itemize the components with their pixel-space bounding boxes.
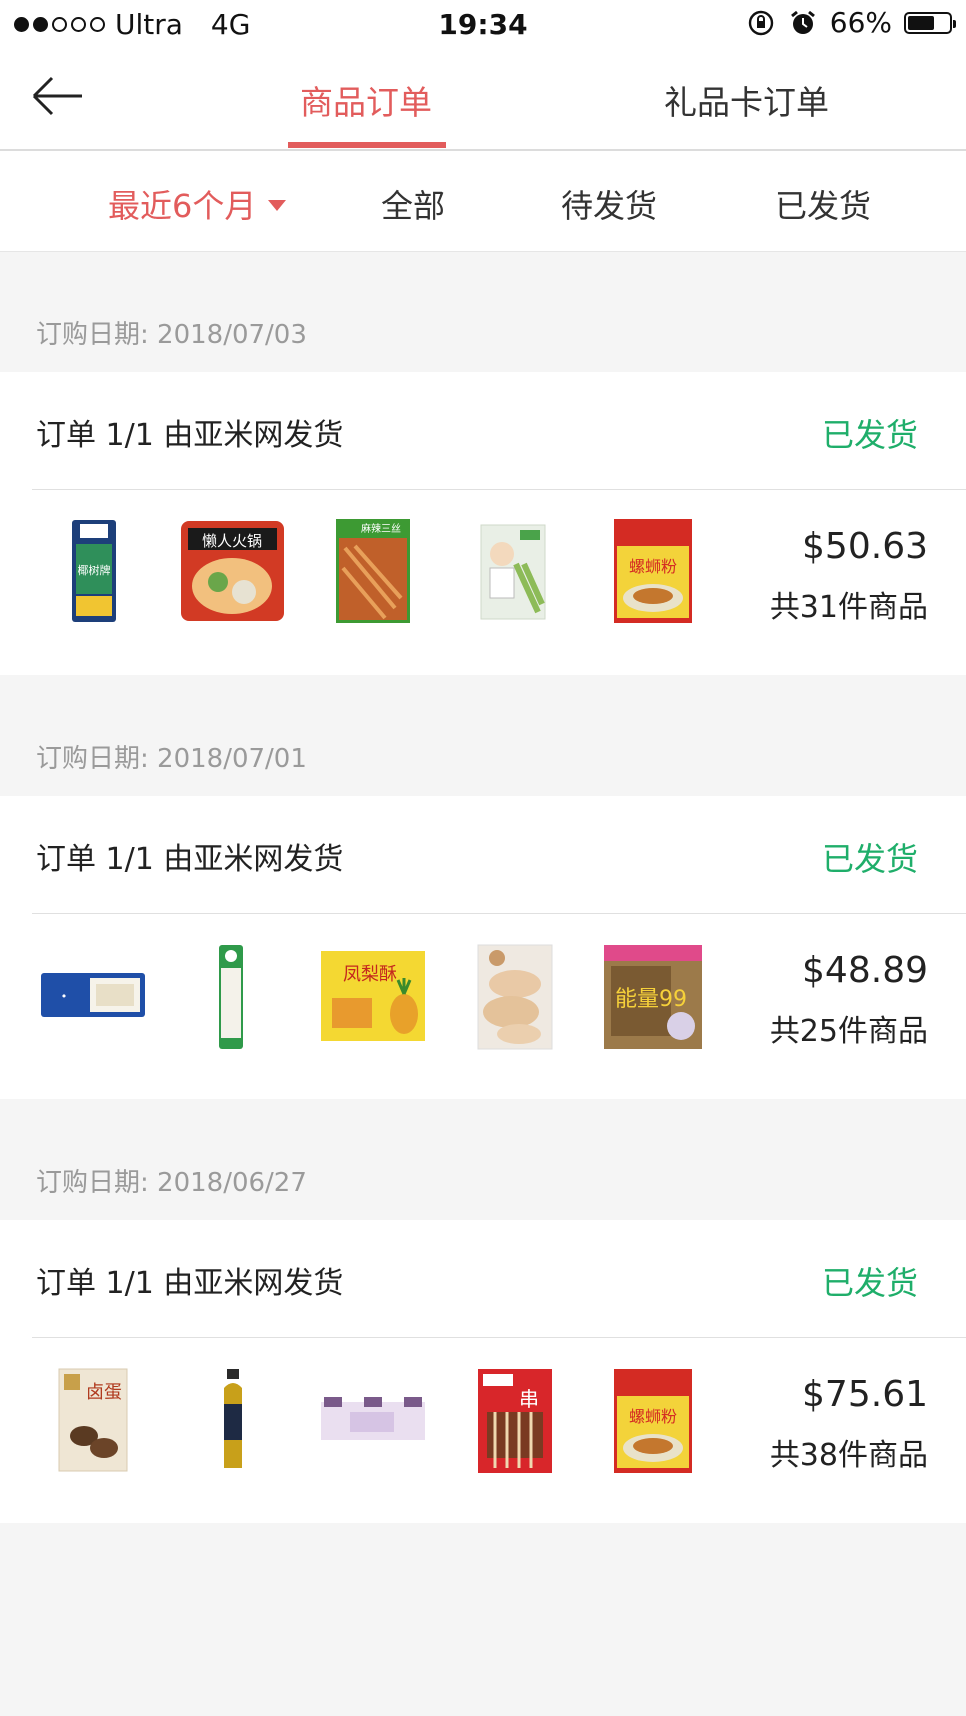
product-label: 螺蛳粉 [629,557,677,576]
product-thumbnail[interactable] [218,1368,248,1472]
period-dropdown[interactable]: 最近6个月 [108,181,287,227]
divider [32,1337,966,1338]
product-label: 麻辣三丝 [361,522,401,535]
product-label: 凤梨酥 [343,964,397,985]
product-label: 能量99 [615,987,687,1012]
product-thumbnail[interactable]: • [40,972,146,1018]
product-label: 螺蛳粉 [629,1407,677,1426]
product-label: 卤蛋 [86,1382,122,1403]
product-thumbnail[interactable] [320,1396,426,1442]
caret-down-icon [268,199,287,211]
order-item-count: 共31件商品 [769,590,928,625]
svg-text:•: • [61,990,68,1003]
product-label: 串 [519,1387,539,1411]
product-label: 懒人火锅 [202,532,262,550]
product-thumbnail[interactable]: 麻辣三丝 [335,518,411,624]
order-card[interactable]: 订单 1/1 由亚米网发货 已发货 椰树牌 懒人火锅 麻辣三丝 螺蛳粉 $50. [0,372,966,675]
battery-percent: 66% [829,6,892,39]
filter-pending[interactable]: 待发货 [561,181,657,227]
order-item-count: 共38件商品 [769,1438,928,1473]
order-filter-bar: 最近6个月 全部 待发货 已发货 [0,151,966,252]
nav-header: 商品订单 礼品卡订单 [0,48,966,151]
product-thumbnail[interactable]: 螺蛳粉 [613,1368,693,1474]
divider [32,489,966,490]
product-thumbnail[interactable] [218,944,244,1050]
order-total-price: $48.89 [802,950,928,991]
rotation-lock-icon [748,10,773,35]
order-status: 已发货 [821,1264,918,1302]
filter-shipped[interactable]: 已发货 [775,181,871,227]
status-right: 66% [746,6,956,39]
product-thumbnail[interactable]: 能量99 [603,944,703,1050]
tab-goods-orders[interactable]: 商品订单 [300,76,432,124]
product-thumbnail[interactable]: 卤蛋 [58,1368,128,1472]
tab-gift-card-orders[interactable]: 礼品卡订单 [664,76,829,124]
order-status: 已发货 [821,416,918,454]
order-status: 已发货 [821,840,918,878]
order-item-count: 共25件商品 [769,1014,928,1049]
filter-all[interactable]: 全部 [381,181,445,227]
product-thumbnail[interactable]: 串 [477,1368,553,1474]
product-thumbnail[interactable]: 椰树牌 [70,518,118,624]
order-card[interactable]: 订单 1/1 由亚米网发货 已发货 • 凤梨酥 能量99 $48.89 共25件… [0,796,966,1099]
alarm-icon [790,10,815,34]
product-thumbnail[interactable] [477,944,553,1050]
divider [32,913,966,914]
order-date: 订购日期: 2018/07/01 [36,744,307,774]
order-total-price: $50.63 [802,526,928,567]
product-thumbnail[interactable]: 螺蛳粉 [613,518,693,624]
product-thumbnail[interactable]: 懒人火锅 [180,520,285,622]
order-date: 订购日期: 2018/06/27 [36,1168,307,1198]
period-label: 最近6个月 [108,187,257,225]
order-title: 订单 1/1 由亚米网发货 [36,842,344,877]
battery-icon [904,11,956,34]
order-card[interactable]: 订单 1/1 由亚米网发货 已发货 卤蛋 串 螺蛳粉 $75.61 共38件商品 [0,1220,966,1523]
order-date: 订购日期: 2018/07/03 [36,320,307,350]
order-title: 订单 1/1 由亚米网发货 [36,1266,344,1301]
active-tab-indicator [288,142,446,148]
product-thumbnail[interactable] [480,524,546,620]
status-bar: Ultra 4G 19:34 66% [0,0,966,48]
back-arrow-icon[interactable] [30,74,86,118]
order-title: 订单 1/1 由亚米网发货 [36,418,344,453]
product-label: 椰树牌 [78,563,111,577]
product-thumbnail[interactable]: 凤梨酥 [320,950,426,1042]
order-total-price: $75.61 [802,1374,928,1415]
